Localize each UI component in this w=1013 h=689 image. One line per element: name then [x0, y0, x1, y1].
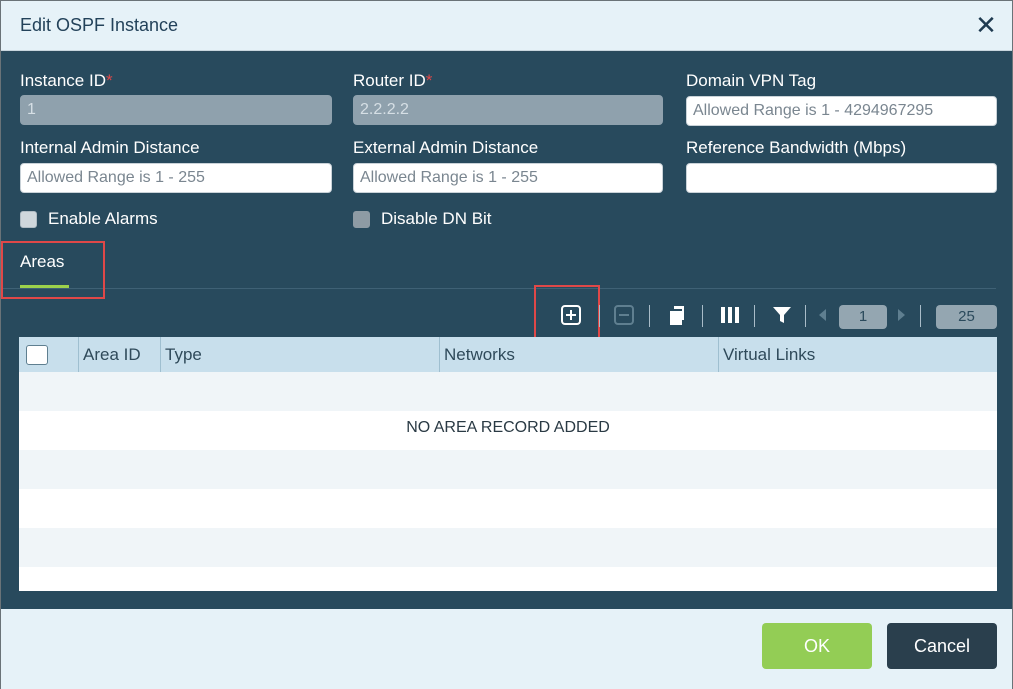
instance-id-input[interactable]: 1 — [20, 95, 332, 125]
toolbar-separator — [649, 305, 650, 327]
instance-id-label: Instance ID* — [20, 71, 113, 91]
enable-alarms-label: Enable Alarms — [48, 209, 158, 228]
reference-bandwidth-input[interactable] — [686, 163, 997, 193]
column-header-virtual-links[interactable]: Virtual Links — [718, 337, 997, 372]
router-id-label-text: Router ID — [353, 71, 426, 90]
table-row — [19, 450, 997, 489]
domain-vpn-tag-input[interactable]: Allowed Range is 1 - 4294967295 — [686, 96, 997, 126]
router-id-label: Router ID* — [353, 71, 432, 91]
toolbar-separator — [702, 305, 703, 327]
required-mark: * — [425, 71, 433, 90]
filter-icon[interactable] — [771, 304, 793, 326]
table-row — [19, 489, 997, 528]
dialog-footer: OK Cancel — [1, 609, 1012, 689]
columns-icon[interactable] — [719, 304, 741, 326]
areas-tab-highlight — [1, 241, 105, 299]
table-row — [19, 567, 997, 591]
internal-admin-distance-label: Internal Admin Distance — [20, 138, 200, 157]
table-row — [19, 372, 997, 411]
copy-icon[interactable] — [666, 304, 688, 326]
router-id-input[interactable]: 2.2.2.2 — [353, 95, 663, 125]
column-header-networks[interactable]: Networks — [439, 337, 718, 372]
empty-grid-message: NO AREA RECORD ADDED — [406, 419, 610, 436]
dialog-body: Instance ID* 1 Router ID* 2.2.2.2 Domain… — [1, 52, 1012, 609]
edit-ospf-dialog: Edit OSPF Instance ✕ Instance ID* 1 Rout… — [0, 0, 1013, 689]
dialog-title: Edit OSPF Instance — [20, 15, 179, 35]
required-mark: * — [106, 71, 113, 90]
external-admin-distance-label: External Admin Distance — [353, 138, 539, 157]
close-icon[interactable]: ✕ — [974, 12, 998, 38]
page-size-select[interactable]: 25 — [936, 305, 997, 329]
select-all-checkbox[interactable] — [26, 345, 48, 365]
column-header-area-id[interactable]: Area ID — [78, 337, 160, 372]
external-admin-distance-input[interactable]: Allowed Range is 1 - 255 — [353, 163, 663, 193]
next-page-icon[interactable] — [895, 304, 909, 326]
areas-grid: Area ID Type Networks Virtual Links NO A… — [19, 337, 997, 591]
page-number-input[interactable]: 1 — [839, 305, 887, 329]
dialog-titlebar: Edit OSPF Instance ✕ — [1, 1, 1012, 51]
instance-id-label-text: Instance ID — [20, 71, 106, 90]
table-row — [19, 528, 997, 567]
disable-dn-bit-label: Disable DN Bit — [381, 209, 492, 228]
toolbar-separator — [599, 305, 600, 327]
grid-header: Area ID Type Networks Virtual Links — [19, 337, 997, 372]
ok-button[interactable]: OK — [762, 623, 872, 669]
toolbar-separator — [920, 305, 921, 327]
tab-divider — [1, 288, 996, 289]
column-header-type[interactable]: Type — [160, 337, 439, 372]
remove-icon[interactable] — [613, 304, 635, 326]
toolbar-separator — [805, 305, 806, 327]
disable-dn-bit-row[interactable]: Disable DN Bit — [353, 209, 492, 229]
enable-alarms-row[interactable]: Enable Alarms — [20, 209, 158, 229]
disable-dn-bit-checkbox[interactable] — [353, 210, 370, 228]
internal-admin-distance-input[interactable]: Allowed Range is 1 - 255 — [20, 163, 332, 193]
cancel-button[interactable]: Cancel — [887, 623, 997, 669]
toolbar-separator — [754, 305, 755, 327]
prev-page-icon[interactable] — [815, 304, 829, 326]
domain-vpn-tag-label: Domain VPN Tag — [686, 71, 817, 90]
reference-bandwidth-label: Reference Bandwidth (Mbps) — [686, 138, 907, 157]
enable-alarms-checkbox[interactable] — [20, 210, 37, 228]
